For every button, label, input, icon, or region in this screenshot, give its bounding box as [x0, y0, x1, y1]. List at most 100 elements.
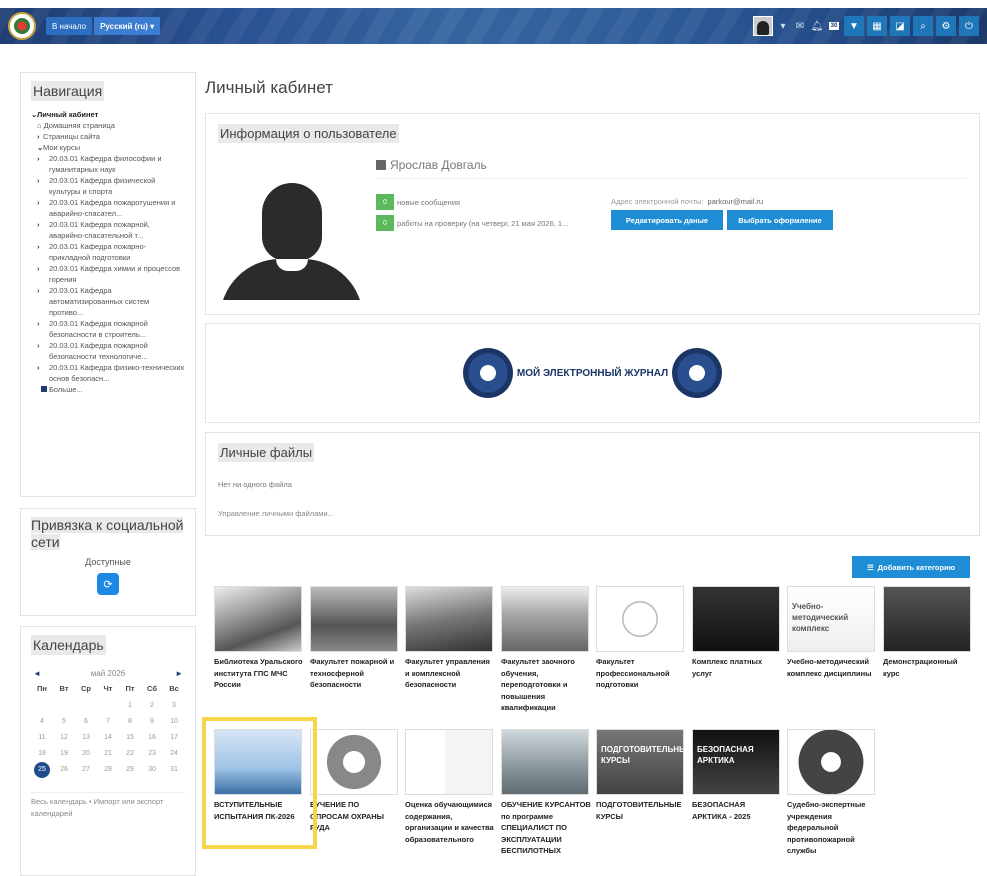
nav-course-item[interactable]: › 20.03.01 Кафедра автоматизированных сис…: [31, 285, 185, 318]
profile-card-icon[interactable]: ◪: [890, 16, 910, 36]
notifications-icon[interactable]: 🔔︎: [810, 16, 824, 36]
category-image[interactable]: [596, 586, 684, 652]
category-image[interactable]: БЕЗОПАСНАЯ АРКТИКА: [692, 729, 780, 795]
nav-item-my-courses[interactable]: ⌄Мои курсы: [31, 142, 185, 153]
nav-item-dashboard[interactable]: ⌄Личный кабинет: [31, 109, 185, 120]
social-login-icon[interactable]: ⟳: [97, 573, 119, 595]
calendar-day[interactable]: 11: [31, 734, 53, 741]
category-image[interactable]: [310, 586, 398, 652]
category-image[interactable]: [692, 586, 780, 652]
user-avatar[interactable]: [753, 16, 773, 36]
category-label[interactable]: Факультет пожарной и техносферной безопа…: [310, 656, 400, 691]
journal-link[interactable]: МОЙ ЭЛЕКТРОННЫЙ ЖУРНАЛ: [517, 368, 668, 379]
logout-icon[interactable]: ⏻: [959, 16, 979, 36]
prev-month-icon[interactable]: ◄: [33, 669, 41, 678]
category-image[interactable]: [787, 729, 875, 795]
category-tile[interactable]: Факультет пожарной и техносферной безопа…: [310, 586, 400, 691]
next-month-icon[interactable]: ►: [175, 669, 183, 678]
category-label[interactable]: Библиотека Уральского института ГПС МЧС …: [214, 656, 304, 691]
calendar-today[interactable]: 25: [34, 762, 50, 778]
nav-course-item[interactable]: › 20.03.01 Кафедра физической культуры и …: [31, 175, 185, 197]
calendar-day[interactable]: 16: [141, 734, 163, 741]
calendar-day[interactable]: 7: [97, 718, 119, 725]
category-tile[interactable]: Факультет профессиональной подготовки: [596, 586, 686, 691]
category-image[interactable]: Учебно-методический комплекс: [787, 586, 875, 652]
nav-course-item[interactable]: › 20.03.01 Кафедра пожарной, аварийно-спа…: [31, 219, 185, 241]
edit-profile-button[interactable]: Редактировать даные: [611, 210, 723, 230]
nav-item-home[interactable]: ⌂ Домашняя страница: [31, 120, 185, 131]
new-messages-stat[interactable]: 0 новые сообщения: [376, 194, 460, 210]
category-tile[interactable]: Библиотека Уральского института ГПС МЧС …: [214, 586, 304, 691]
calendar-day[interactable]: 2: [141, 702, 163, 709]
category-tile[interactable]: Факультет управления и комплексной безоп…: [405, 586, 495, 691]
calendar-footer-links[interactable]: Весь календарь • Импорт или экспорт кале…: [31, 792, 185, 820]
category-tile[interactable]: Учебно-методический комплекс Учебно-метод…: [787, 586, 877, 679]
choose-theme-button[interactable]: Выбрать оформление: [727, 210, 833, 230]
category-label[interactable]: Комплекс платных услуг: [692, 656, 782, 679]
manage-files-link[interactable]: Управление личными файлами...: [218, 509, 967, 518]
calendar-day[interactable]: 27: [75, 766, 97, 778]
calendar-day[interactable]: 17: [163, 734, 185, 741]
category-label[interactable]: Факультет заочного обучения, переподгото…: [501, 656, 591, 714]
calendar-day[interactable]: 29: [119, 766, 141, 778]
journal-block[interactable]: МОЙ ЭЛЕКТРОННЫЙ ЖУРНАЛ: [205, 323, 980, 423]
category-label[interactable]: Судебно-экспертные учреждения федерально…: [787, 799, 877, 857]
category-image[interactable]: [405, 729, 493, 795]
calendar-day[interactable]: 12: [53, 734, 75, 741]
nav-item-site-pages[interactable]: › Страницы сайта: [31, 131, 185, 142]
category-image[interactable]: [501, 586, 589, 652]
calendar-day[interactable]: 31: [163, 766, 185, 778]
category-tile[interactable]: БЕЗОПАСНАЯ АРКТИКА БЕЗОПАСНАЯ АРКТИКА - 2…: [692, 729, 782, 822]
category-label[interactable]: БУЧЕНИЕ ПО ОПРОСАМ ОХРАНЫ РУДА: [310, 799, 400, 834]
category-image[interactable]: [501, 729, 589, 795]
calendar-day[interactable]: 14: [97, 734, 119, 741]
calendar-day[interactable]: 24: [163, 750, 185, 757]
category-image[interactable]: [883, 586, 971, 652]
nav-course-item[interactable]: › 20.03.01 Кафедра пожарной безопасности …: [31, 340, 185, 362]
calendar-day[interactable]: 4: [31, 718, 53, 725]
category-tile[interactable]: БУЧЕНИЕ ПО ОПРОСАМ ОХРАНЫ РУДА: [310, 729, 400, 834]
dropdown-icon[interactable]: ▾: [776, 16, 790, 36]
nav-course-item[interactable]: › 20.03.01 Кафедра физико-технических осн…: [31, 362, 185, 384]
calendar-day[interactable]: 23: [141, 750, 163, 757]
review-stat[interactable]: 0 работы на проверку (на четверг, 21 мая…: [376, 215, 568, 231]
calendar-day[interactable]: 3: [163, 702, 185, 709]
category-tile[interactable]: Демонстрационный курс: [883, 586, 973, 679]
category-label[interactable]: Демонстрационный курс: [883, 656, 973, 679]
category-image[interactable]: [405, 586, 493, 652]
nav-course-item[interactable]: › 20.03.01 Кафедра пожаротушения и аварий…: [31, 197, 185, 219]
calendar-day[interactable]: 10: [163, 718, 185, 725]
add-category-button[interactable]: ☰ Добавить категорию: [852, 556, 970, 578]
search-icon[interactable]: ⌕: [913, 16, 933, 36]
category-label[interactable]: БЕЗОПАСНАЯ АРКТИКА - 2025: [692, 799, 782, 822]
nav-course-item[interactable]: › 20.03.01 Кафедра химии и процессов горе…: [31, 263, 185, 285]
calendar-day[interactable]: 5: [53, 718, 75, 725]
category-image[interactable]: [214, 586, 302, 652]
site-logo[interactable]: [8, 12, 36, 40]
category-tile[interactable]: Комплекс платных услуг: [692, 586, 782, 679]
language-select[interactable]: Русский (ru) ▾: [94, 17, 161, 35]
calendar-day[interactable]: 26: [53, 766, 75, 778]
category-tile[interactable]: ОБУЧЕНИЕ КУРСАНТОВ по программе СПЕЦИАЛИ…: [501, 729, 591, 857]
calendar-day[interactable]: 20: [75, 750, 97, 757]
category-image[interactable]: ПОДГОТОВИТЕЛЬНЫЕ КУРСЫ: [596, 729, 684, 795]
category-image[interactable]: [310, 729, 398, 795]
category-tile[interactable]: Факультет заочного обучения, переподгото…: [501, 586, 591, 714]
nav-course-item[interactable]: › 20.03.01 Кафедра пожарно-прикладной под…: [31, 241, 185, 263]
calendar-day[interactable]: 28: [97, 766, 119, 778]
category-label[interactable]: Факультет управления и комплексной безоп…: [405, 656, 495, 691]
category-label[interactable]: ОБУЧЕНИЕ КУРСАНТОВ по программе СПЕЦИАЛИ…: [501, 799, 591, 857]
nav-course-item[interactable]: › 20.03.01 Кафедра пожарной безопасности …: [31, 318, 185, 340]
calendar-day[interactable]: 22: [119, 750, 141, 757]
home-link[interactable]: В начало: [46, 17, 93, 35]
grid-icon[interactable]: ▦: [867, 16, 887, 36]
category-label[interactable]: Учебно-методический комплекс дисциплины: [787, 656, 877, 679]
calendar-day[interactable]: 30: [141, 766, 163, 778]
calendar-day[interactable]: 1: [119, 702, 141, 709]
calendar-icon[interactable]: 30: [827, 16, 841, 36]
category-label[interactable]: Оценка обучающимися содержания, организа…: [405, 799, 495, 845]
nav-item-more[interactable]: Больше...: [31, 384, 185, 395]
messages-icon[interactable]: ✉: [793, 16, 807, 36]
category-label[interactable]: Факультет профессиональной подготовки: [596, 656, 686, 691]
category-label[interactable]: ПОДГОТОВИТЕЛЬНЫЕ КУРСЫ: [596, 799, 686, 822]
